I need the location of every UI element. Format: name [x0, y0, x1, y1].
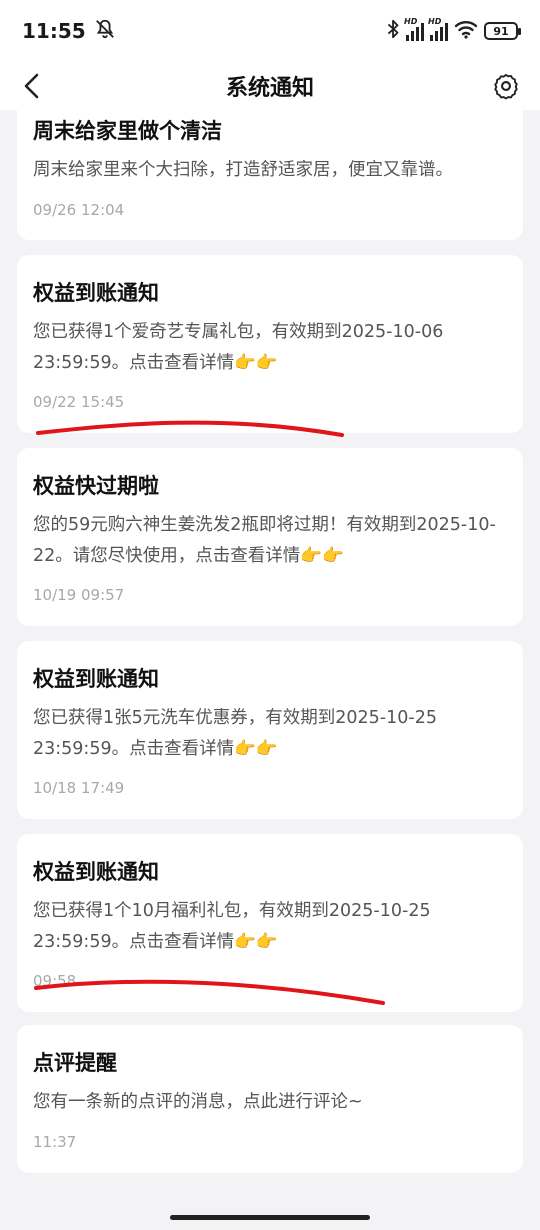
notification-body: 您已获得1张5元洗车优惠券，有效期到2025-10-25 23:59:59。点击…	[33, 708, 437, 759]
notification-body: 您已获得1个10月福利礼包，有效期到2025-10-25 23:59:59。点击…	[33, 901, 431, 952]
chevron-left-icon	[24, 73, 39, 99]
notification-time: 10/18 17:49	[33, 779, 125, 797]
notification-card[interactable]: 权益快过期啦 您的59元购六神生姜洗发2瓶即将过期！有效期到2025-10-22…	[17, 448, 523, 626]
back-button[interactable]	[14, 68, 50, 104]
notification-body: 您的59元购六神生姜洗发2瓶即将过期！有效期到2025-10-22。请您尽快使用…	[33, 515, 496, 566]
notification-time: 10/19 09:57	[33, 586, 125, 604]
notification-title: 周末给家里做个清洁	[33, 119, 222, 143]
nav-bar: 系统通知	[0, 62, 540, 110]
notification-body: 您已获得1个爱奇艺专属礼包，有效期到2025-10-06 23:59:59。点击…	[33, 322, 444, 373]
notification-card[interactable]: 周末给家里做个清洁 周末给家里来个大扫除，打造舒适家居，便宜又靠谱。 09/26…	[17, 110, 523, 240]
notification-title: 点评提醒	[33, 1051, 117, 1075]
mute-bell-icon	[94, 18, 116, 45]
page-title: 系统通知	[225, 76, 314, 101]
notification-title: 权益到账通知	[33, 281, 159, 305]
notification-title: 权益到账通知	[33, 860, 159, 884]
battery-level: 91	[493, 24, 509, 38]
battery-icon: 91	[484, 22, 521, 40]
signal-icon: HD	[404, 17, 424, 41]
notification-time: 11:37	[33, 1133, 77, 1151]
notification-card[interactable]: 权益到账通知 您已获得1个爱奇艺专属礼包，有效期到2025-10-06 23:5…	[17, 255, 523, 433]
status-right: HD HD 91	[386, 17, 521, 43]
notification-title: 权益到账通知	[33, 667, 159, 691]
signal-hd-label: HD	[428, 17, 442, 26]
notification-title: 权益快过期啦	[33, 474, 159, 498]
bluetooth-icon	[386, 19, 400, 43]
settings-button[interactable]	[488, 68, 524, 104]
notification-time: 09/26 12:04	[33, 201, 125, 219]
signal-hd-label: HD	[404, 17, 418, 26]
notification-card[interactable]: 权益到账通知 您已获得1个10月福利礼包，有效期到2025-10-25 23:5…	[17, 834, 523, 1012]
status-left: 11:55	[22, 18, 116, 45]
status-bar: 11:55 HD HD 91	[0, 0, 540, 62]
notification-card[interactable]: 权益到账通知 您已获得1张5元洗车优惠券，有效期到2025-10-25 23:5…	[17, 641, 523, 819]
home-indicator[interactable]	[170, 1215, 370, 1220]
signal-icon: HD	[428, 17, 448, 41]
notification-body: 您有一条新的点评的消息，点此进行评论~	[33, 1092, 363, 1112]
notification-card[interactable]: 点评提醒 您有一条新的点评的消息，点此进行评论~ 11:37	[17, 1025, 523, 1173]
status-time: 11:55	[22, 19, 86, 43]
notification-time: 09:58	[33, 972, 77, 990]
wifi-icon	[454, 19, 478, 43]
notification-time: 09/22 15:45	[33, 393, 125, 411]
gear-icon	[494, 73, 518, 100]
notification-body: 周末给家里来个大扫除，打造舒适家居，便宜又靠谱。	[33, 160, 453, 180]
